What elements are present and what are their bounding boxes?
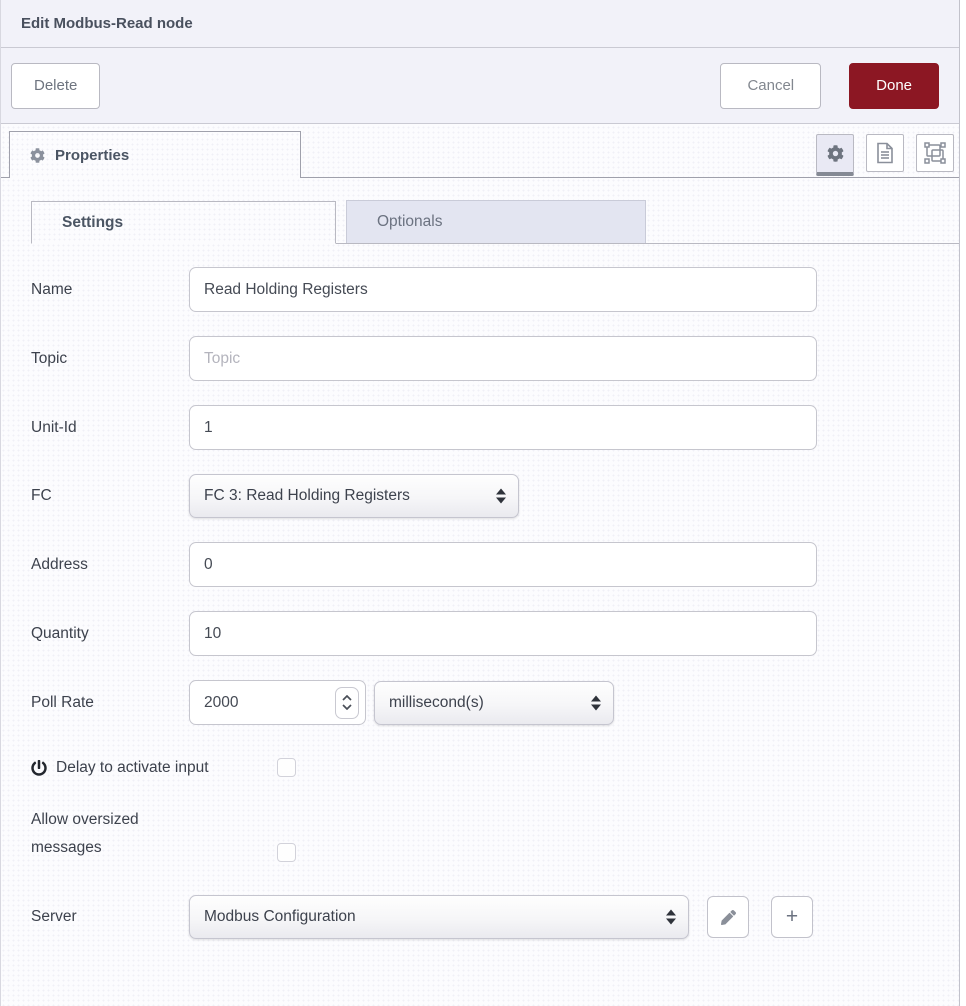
form-sub-tabs: Settings Optionals [31,200,959,244]
fc-label: FC [31,487,189,505]
node-appearance-icon [923,141,947,165]
settings-form: Name Topic Unit-Id FC FC 3: Read Holding… [31,267,959,939]
delay-label: Delay to activate input [56,759,209,777]
properties-tab-strip: Properties [1,124,959,178]
description-view-button[interactable] [866,134,904,172]
power-icon [31,760,47,776]
editor-view-buttons [816,134,954,176]
name-input[interactable] [189,267,817,312]
quantity-label: Quantity [31,625,189,643]
delay-row: Delay to activate input [31,755,959,781]
plus-icon: + [786,905,798,929]
pencil-icon [721,910,736,925]
action-bar: Delete Cancel Done [1,48,959,124]
select-arrows-icon [496,489,506,504]
tab-settings[interactable]: Settings [31,201,336,244]
gear-icon [30,148,45,163]
fc-select[interactable]: FC 3: Read Holding Registers [189,474,519,518]
server-select[interactable]: Modbus Configuration [189,895,689,939]
unit-id-row: Unit-Id [31,405,959,450]
dialog-header: Edit Modbus-Read node [1,0,959,48]
oversized-label: Allow oversized messages [31,806,201,862]
chevron-down-icon [342,704,352,710]
chevron-up-icon [342,695,352,701]
server-label: Server [31,908,189,926]
dialog-title: Edit Modbus-Read node [21,15,193,32]
quantity-row: Quantity [31,611,959,656]
poll-rate-unit-value: millisecond(s) [389,694,484,712]
tab-settings-label: Settings [62,214,123,232]
name-label: Name [31,281,189,299]
topic-row: Topic [31,336,959,381]
unit-id-input[interactable] [189,405,817,450]
server-row: Server Modbus Configuration + [31,895,959,939]
gear-icon [827,145,844,162]
delete-button[interactable]: Delete [11,63,100,109]
done-button[interactable]: Done [849,63,939,109]
tab-properties-label: Properties [55,147,129,164]
select-arrows-icon [591,695,601,710]
fc-select-value: FC 3: Read Holding Registers [204,487,410,505]
poll-rate-row: Poll Rate millisecond(s) [31,680,959,725]
unit-id-label: Unit-Id [31,419,189,437]
tab-optionals-label: Optionals [377,213,442,231]
quantity-input[interactable] [189,611,817,656]
poll-rate-label: Poll Rate [31,694,189,712]
tab-optionals[interactable]: Optionals [346,200,646,243]
name-row: Name [31,267,959,312]
fc-row: FC FC 3: Read Holding Registers [31,474,959,518]
address-input[interactable] [189,542,817,587]
doc-icon [875,142,895,164]
address-label: Address [31,556,189,574]
oversized-row: Allow oversized messages [31,806,959,864]
node-edit-form: Settings Optionals Name Topic Unit-Id [1,178,959,1006]
poll-rate-stepper [189,680,366,725]
server-select-value: Modbus Configuration [204,908,356,926]
cancel-button[interactable]: Cancel [720,63,821,109]
address-row: Address [31,542,959,587]
edit-node-dialog: Edit Modbus-Read node Delete Cancel Done… [0,0,960,1006]
tab-properties[interactable]: Properties [9,131,301,178]
select-arrows-icon [666,910,676,925]
delay-checkbox[interactable] [277,758,296,777]
poll-rate-unit-select[interactable]: millisecond(s) [374,681,614,725]
properties-view-button[interactable] [816,134,854,176]
node-appearance-button[interactable] [916,134,954,172]
topic-label: Topic [31,350,189,368]
edit-server-button[interactable] [707,896,749,938]
oversized-checkbox[interactable] [277,843,296,862]
add-server-button[interactable]: + [771,896,813,938]
topic-input[interactable] [189,336,817,381]
stepper-arrows[interactable] [335,687,359,719]
